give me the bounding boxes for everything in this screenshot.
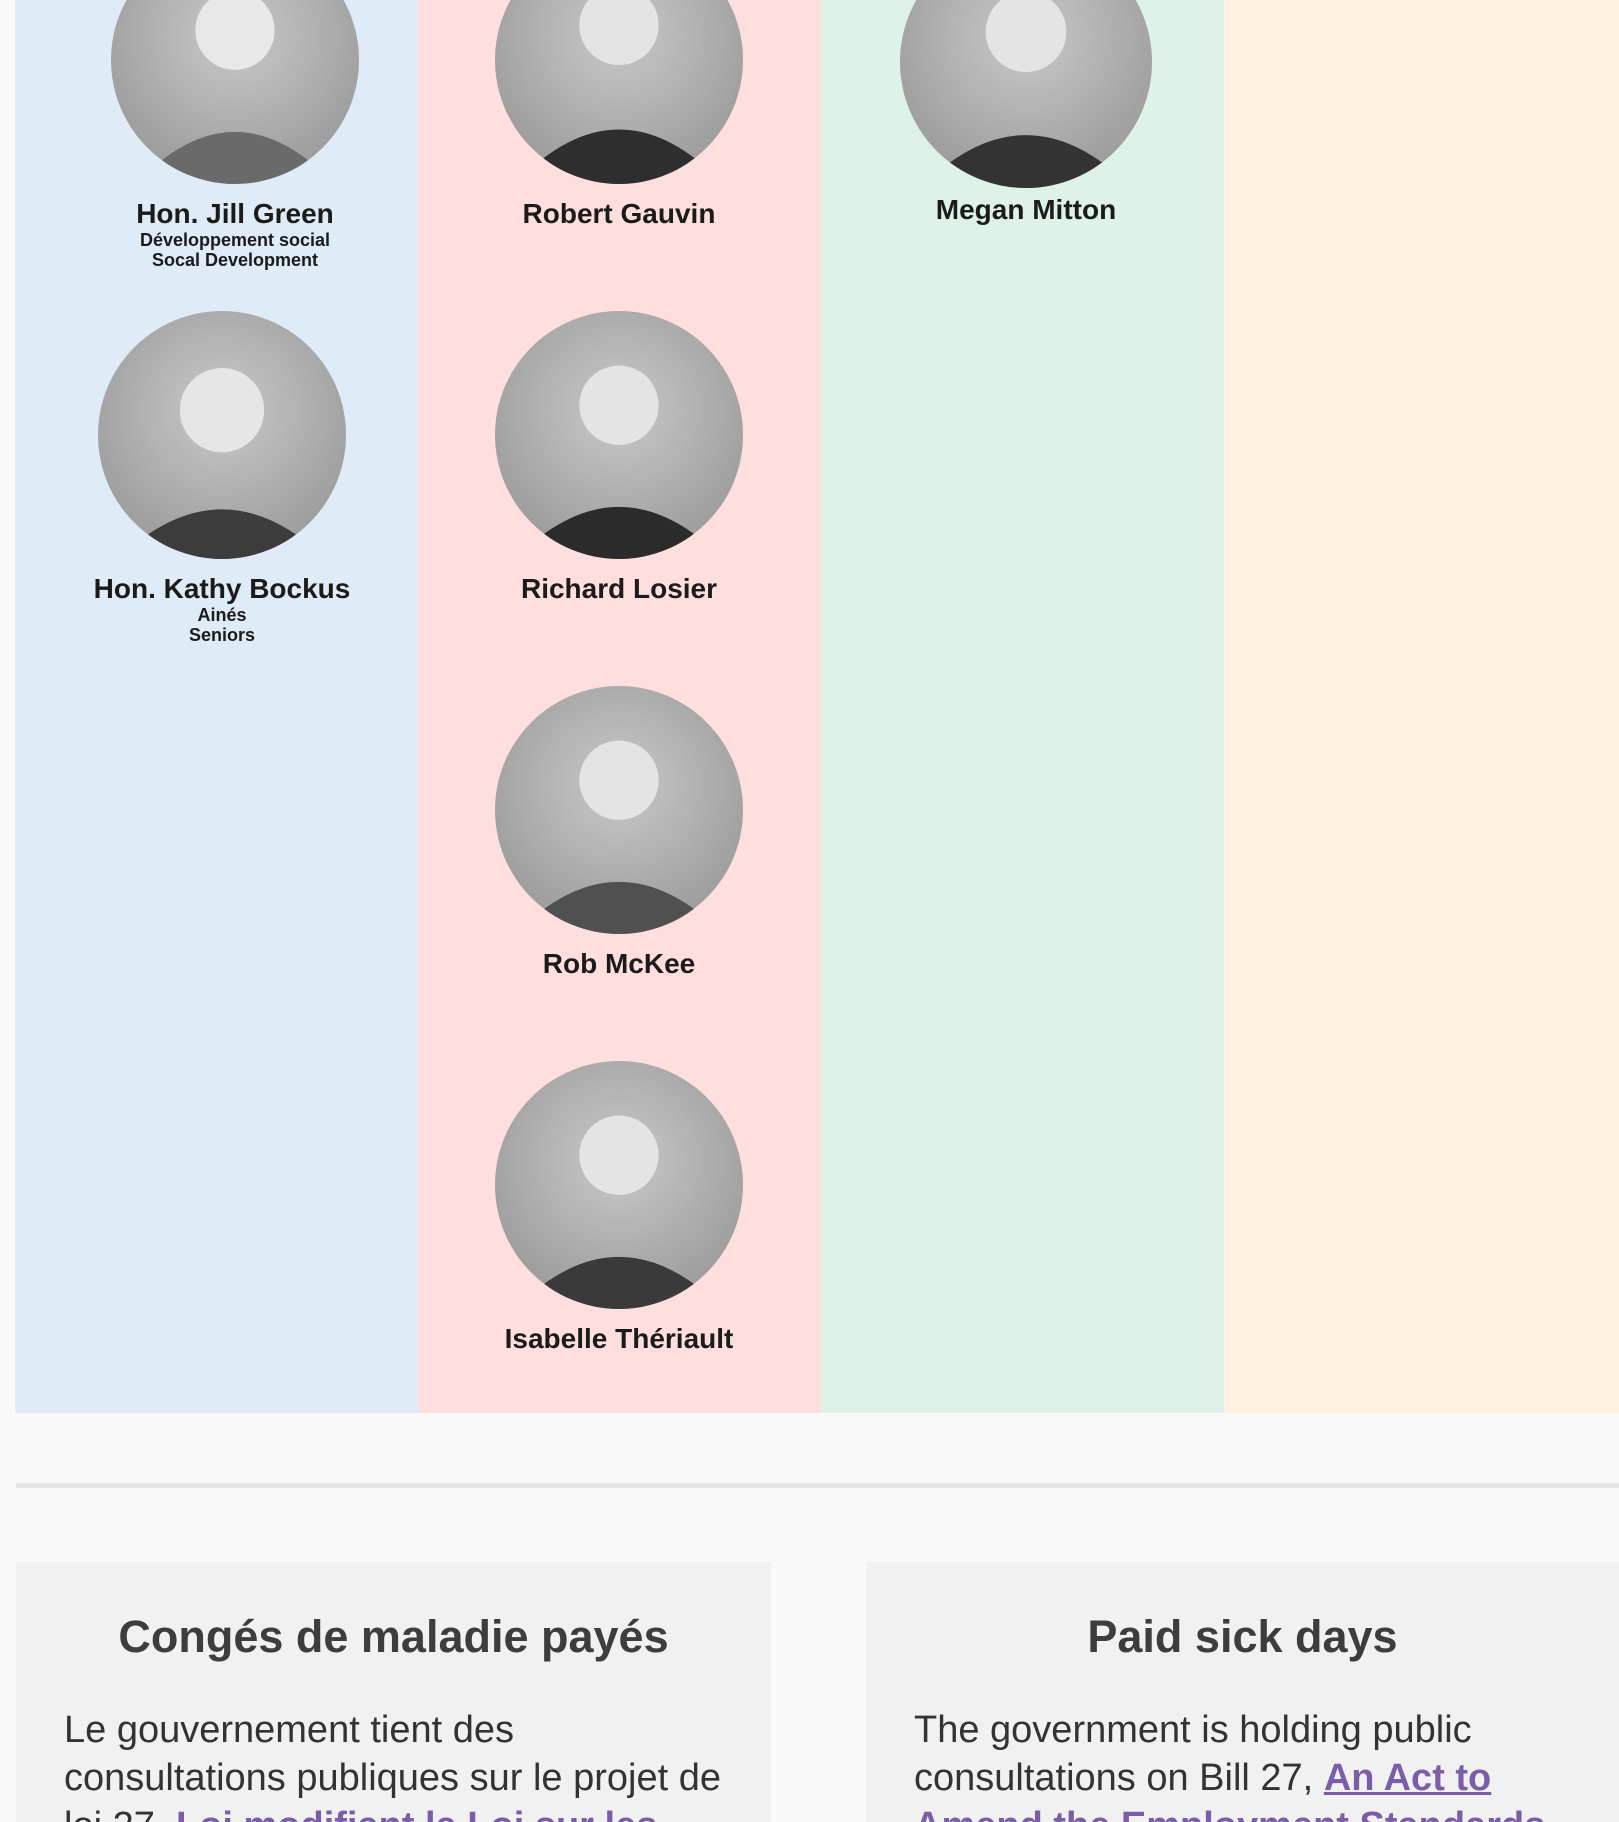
person-card: Robert Gauvin xyxy=(459,0,779,230)
card-body: The government is holding public consult… xyxy=(914,1706,1579,1822)
person-card: Isabelle Thériault xyxy=(459,1061,779,1355)
person-role-en: Socal Development xyxy=(151,250,319,270)
person-name: Richard Losier xyxy=(520,573,718,604)
portrait-photo xyxy=(900,0,1152,188)
portrait-photo xyxy=(495,311,743,559)
politicians-grid: Hon. Jill Green Développement social Soc… xyxy=(15,0,1619,1413)
portrait-photo xyxy=(111,0,359,184)
person-role-fr: Développement social xyxy=(139,230,331,250)
person-card: Hon. Jill Green Développement social Soc… xyxy=(75,0,395,270)
person-card: Rob McKee xyxy=(459,686,779,980)
person-name: Hon. Jill Green xyxy=(136,198,334,229)
portrait-photo xyxy=(495,686,743,934)
card-paid-sick-days-fr: Congés de maladie payés Le gouvernement … xyxy=(16,1562,771,1822)
person-card: Megan Mitton xyxy=(866,0,1186,226)
person-role-fr: Ainés xyxy=(197,605,247,625)
bill-link[interactable]: Loi modifiant la Loi sur les xyxy=(176,1805,657,1822)
portrait-photo xyxy=(495,0,743,184)
column-empty xyxy=(1224,0,1619,1413)
column-liberal: Robert Gauvin Richard Losier Rob McKee I… xyxy=(418,0,821,1413)
person-name: Megan Mitton xyxy=(935,194,1117,225)
person-card: Hon. Kathy Bockus Ainés Seniors xyxy=(62,311,382,645)
portrait-photo xyxy=(98,311,346,559)
portrait-photo xyxy=(495,1061,743,1309)
column-green: Megan Mitton xyxy=(821,0,1224,1413)
person-role-en: Seniors xyxy=(188,625,256,645)
card-title: Paid sick days xyxy=(1087,1611,1398,1662)
person-name: Rob McKee xyxy=(542,948,696,979)
person-name: Robert Gauvin xyxy=(522,198,716,229)
person-card: Richard Losier xyxy=(459,311,779,605)
card-body: Le gouvernement tient des consultations … xyxy=(64,1706,731,1822)
person-name: Hon. Kathy Bockus xyxy=(93,573,351,604)
column-government: Hon. Jill Green Développement social Soc… xyxy=(15,0,418,1413)
card-title: Congés de maladie payés xyxy=(118,1611,669,1662)
section-divider xyxy=(16,1483,1619,1488)
card-paid-sick-days-en: Paid sick days The government is holding… xyxy=(866,1562,1619,1822)
person-name: Isabelle Thériault xyxy=(504,1323,734,1354)
